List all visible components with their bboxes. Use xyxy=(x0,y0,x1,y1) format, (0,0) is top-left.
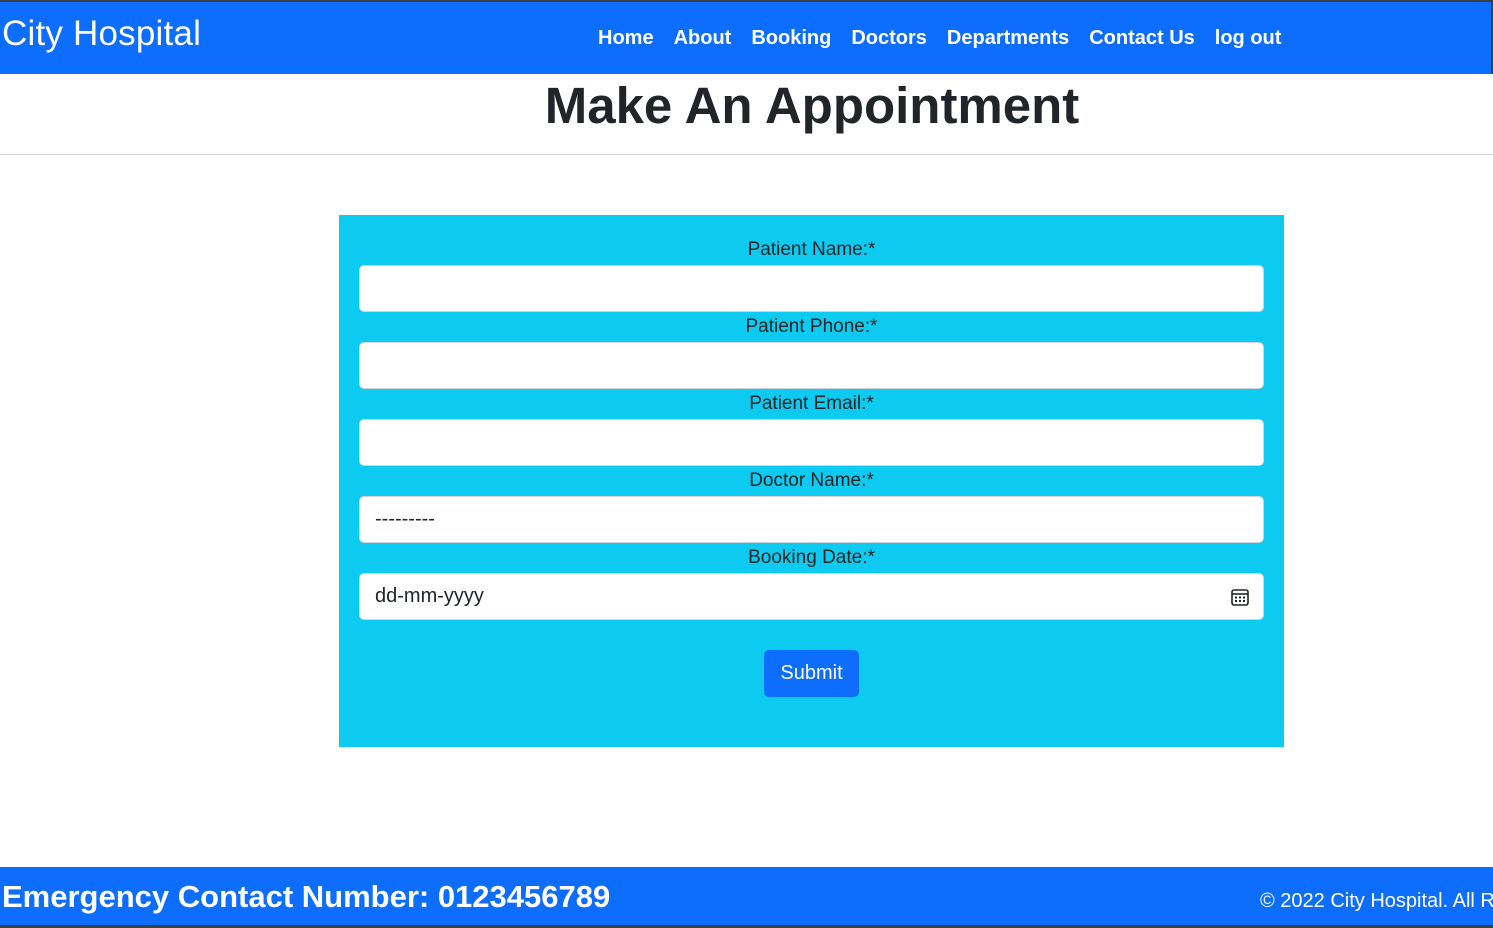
page-title-wrap: Make An Appointment xyxy=(0,76,1493,136)
patient-name-input[interactable] xyxy=(359,265,1264,312)
patient-email-input[interactable] xyxy=(359,419,1264,466)
submit-button[interactable]: Submit xyxy=(764,650,859,697)
patient-phone-label: Patient Phone:* xyxy=(745,316,878,337)
nav-link-contact-us[interactable]: Contact Us xyxy=(1089,27,1195,50)
footer: Emergency Contact Number: 0123456789 © 2… xyxy=(0,867,1493,925)
title-divider xyxy=(0,154,1493,155)
appointment-form: Patient Name:* Patient Phone:* Patient E… xyxy=(339,215,1284,747)
booking-date-placeholder: dd-mm-yyyy xyxy=(375,585,484,607)
booking-date-label: Booking Date:* xyxy=(748,547,875,568)
nav-link-log-out[interactable]: log out xyxy=(1215,27,1282,50)
copyright-notice: © 2022 City Hospital. All R xyxy=(1260,890,1493,912)
brand-logo-link[interactable]: City Hospital xyxy=(2,14,201,54)
nav-link-doctors[interactable]: Doctors xyxy=(851,27,927,50)
nav-links: Home About Booking Doctors Departments C… xyxy=(598,27,1281,50)
calendar-icon[interactable] xyxy=(1230,587,1250,607)
doctor-name-select[interactable]: --------- xyxy=(359,496,1264,543)
navbar: City Hospital Home About Booking Doctors… xyxy=(0,2,1493,74)
nav-link-booking[interactable]: Booking xyxy=(751,27,831,50)
doctor-name-label: Doctor Name:* xyxy=(749,470,874,491)
nav-link-about[interactable]: About xyxy=(674,27,732,50)
emergency-contact: Emergency Contact Number: 0123456789 xyxy=(2,879,611,914)
patient-name-label: Patient Name:* xyxy=(747,239,876,260)
nav-link-departments[interactable]: Departments xyxy=(947,27,1069,50)
booking-date-input[interactable]: dd-mm-yyyy xyxy=(359,573,1264,620)
nav-link-home[interactable]: Home xyxy=(598,27,654,50)
doctor-name-selected-value: --------- xyxy=(375,508,435,530)
patient-email-label: Patient Email:* xyxy=(749,393,874,414)
page-title: Make An Appointment xyxy=(544,77,1080,134)
patient-phone-input[interactable] xyxy=(359,342,1264,389)
